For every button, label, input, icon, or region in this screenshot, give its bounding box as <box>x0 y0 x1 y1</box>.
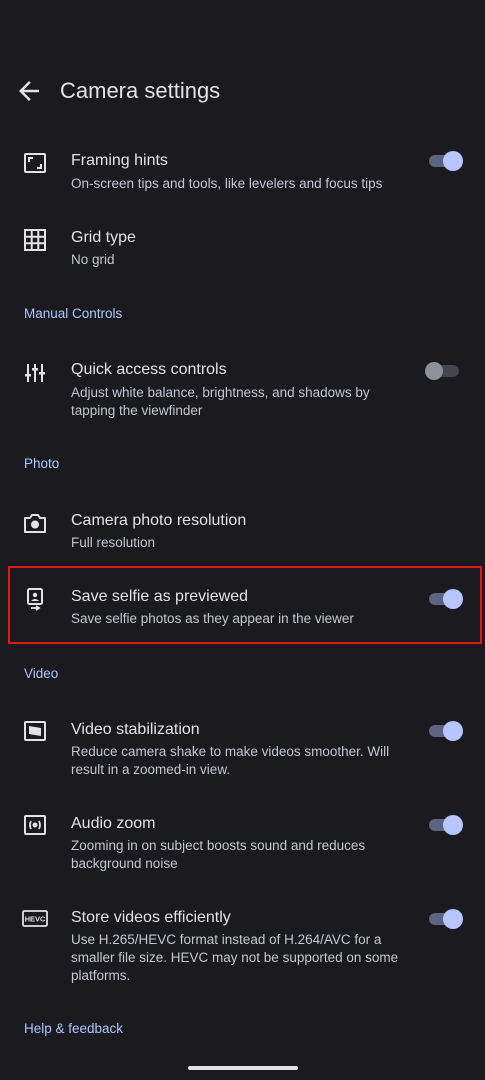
setting-subtitle: Use H.265/HEVC format instead of H.264/A… <box>71 932 399 983</box>
video-stabilization-toggle[interactable] <box>425 721 463 741</box>
audio-zoom-icon <box>22 812 48 838</box>
page-title: Camera settings <box>60 78 221 103</box>
section-header-video: Video <box>24 666 59 681</box>
selfie-icon <box>22 586 48 612</box>
app-bar: Camera settings <box>0 62 485 122</box>
setting-subtitle: Reduce camera shake to make videos smoot… <box>71 744 390 777</box>
arrow-back-icon <box>19 81 39 101</box>
setting-title: Audio zoom <box>71 815 156 832</box>
setting-subtitle: Save selfie photos as they appear in the… <box>71 611 354 626</box>
toggle-thumb <box>443 721 463 741</box>
grid-icon <box>22 227 48 253</box>
setting-save-selfie[interactable]: Save selfie as previewed Save selfie pho… <box>0 584 485 634</box>
save-selfie-toggle[interactable] <box>425 589 463 609</box>
framing-hints-toggle[interactable] <box>425 151 463 171</box>
tune-icon <box>22 360 48 386</box>
setting-title: Save selfie as previewed <box>71 588 248 605</box>
home-indicator[interactable] <box>188 1066 298 1070</box>
video-stabilization-icon <box>22 718 48 744</box>
setting-title: Camera photo resolution <box>71 512 247 529</box>
setting-photo-resolution[interactable]: Camera photo resolution Full resolution <box>0 506 485 566</box>
framing-icon <box>22 150 48 176</box>
toggle-thumb <box>443 909 463 929</box>
hevc-icon: HEVC <box>22 906 48 932</box>
setting-audio-zoom[interactable]: Audio zoom Zooming in on subject boosts … <box>0 810 485 874</box>
setting-video-stabilization[interactable]: Video stabilization Reduce camera shake … <box>0 716 485 780</box>
camera-icon <box>22 510 48 536</box>
section-header-help-feedback[interactable]: Help & feedback <box>24 1021 123 1036</box>
section-header-manual-controls: Manual Controls <box>24 306 123 321</box>
setting-subtitle: Adjust white balance, brightness, and sh… <box>71 385 370 418</box>
setting-subtitle: No grid <box>71 252 115 267</box>
section-header-photo: Photo <box>24 456 60 471</box>
hevc-icon-label: HEVC <box>25 915 46 924</box>
setting-framing-hints[interactable]: Framing hints On-screen tips and tools, … <box>0 146 485 206</box>
setting-grid-type[interactable]: Grid type No grid <box>0 224 485 284</box>
toggle-thumb <box>425 362 443 380</box>
setting-subtitle: On-screen tips and tools, like levelers … <box>71 176 383 191</box>
toggle-thumb <box>443 589 463 609</box>
setting-title: Quick access controls <box>71 361 227 378</box>
setting-subtitle: Full resolution <box>71 535 156 550</box>
setting-title: Grid type <box>71 229 136 246</box>
back-button[interactable] <box>14 76 44 106</box>
setting-title: Store videos efficiently <box>71 909 231 926</box>
quick-access-toggle[interactable] <box>425 362 463 380</box>
setting-subtitle: Zooming in on subject boosts sound and r… <box>71 838 366 871</box>
toggle-thumb <box>443 151 463 171</box>
setting-store-videos-efficiently[interactable]: HEVC Store videos efficiently Use H.265/… <box>0 904 485 988</box>
store-efficiently-toggle[interactable] <box>425 909 463 929</box>
setting-title: Video stabilization <box>71 721 200 738</box>
setting-title: Framing hints <box>71 152 168 169</box>
setting-quick-access-controls[interactable]: Quick access controls Adjust white balan… <box>0 356 485 426</box>
toggle-thumb <box>443 815 463 835</box>
audio-zoom-toggle[interactable] <box>425 815 463 835</box>
